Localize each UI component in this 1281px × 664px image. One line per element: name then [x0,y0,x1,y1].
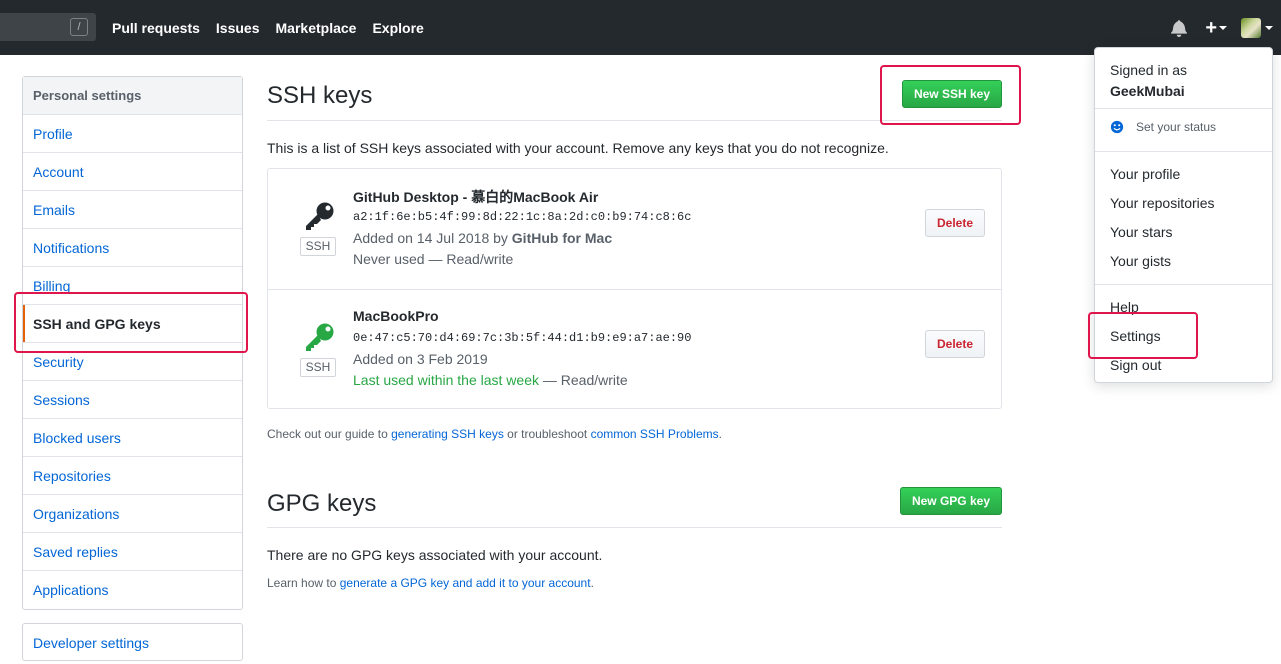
ssh-type-badge: SSH [300,237,336,256]
highlight-ssh-gpg-keys [14,292,248,353]
gpg-section-header: GPG keys New GPG key [267,470,1002,528]
sidebar-item-repositories[interactable]: Repositories [23,457,242,495]
signed-in-info: Signed in as GeekMubai [1110,60,1187,102]
list-item: SSH GitHub Desktop - 慕白的MacBook Air a2:1… [268,169,1001,289]
key-used-status: Last used within the last week [353,372,539,388]
ssh-type-badge: SSH [300,358,336,377]
gpg-keys-title: GPG keys [267,490,377,517]
gpg-help-text: Learn how to generate a GPG key and add … [267,576,594,590]
sidebar-item-profile[interactable]: Profile [23,115,242,153]
highlight-settings [1088,312,1198,359]
list-item: SSH MacBookPro 0e:47:c5:70:d4:69:7c:3b:5… [268,289,1001,409]
chevron-down-icon[interactable] [1265,26,1273,30]
divider [1095,108,1272,109]
menu-item-your-gists[interactable]: Your gists [1110,253,1171,269]
delete-button[interactable]: Delete [925,330,985,358]
sidebar-item-sessions[interactable]: Sessions [23,381,242,419]
bell-icon[interactable] [1171,19,1188,37]
sidebar-item-emails[interactable]: Emails [23,191,242,229]
avatar[interactable] [1241,18,1261,38]
key-added-date: Added on 3 Feb 2019 [353,351,488,367]
nav-issues[interactable]: Issues [216,20,260,36]
sidebar-item-developer-settings[interactable]: Developer settings [22,623,243,661]
sidebar-item-organizations[interactable]: Organizations [23,495,242,533]
ssh-keys-title: SSH keys [267,82,373,109]
generate-gpg-key-link[interactable]: generate a GPG key and add it to your ac… [340,576,591,590]
sidebar-item-notifications[interactable]: Notifications [23,229,242,267]
help-text: Check out our guide to [267,427,388,441]
sidebar-item-blocked-users[interactable]: Blocked users [23,419,242,457]
menu-item-sign-out[interactable]: Sign out [1110,357,1161,373]
menu-item-your-profile[interactable]: Your profile [1110,166,1180,182]
search-input[interactable]: / [0,13,96,41]
divider [1095,151,1272,152]
key-added-date: Added on 14 Jul 2018 by GitHub for Mac [353,230,612,246]
generating-ssh-keys-link[interactable]: generating SSH keys [391,427,504,441]
key-added-by: GitHub for Mac [511,230,613,246]
sidebar-item-saved-replies[interactable]: Saved replies [23,533,242,571]
top-header: / Pull requests Issues Marketplace Explo… [0,0,1281,55]
set-status-button[interactable]: Set your status [1110,120,1216,134]
help-text: . [590,576,594,590]
sidebar-heading: Personal settings [23,77,242,115]
menu-item-your-stars[interactable]: Your stars [1110,224,1173,240]
key-access: — Read/write [428,251,514,267]
key-icon [306,202,334,230]
gpg-description: There are no GPG keys associated with yo… [267,547,603,563]
search-shortcut-key: / [70,18,88,36]
help-text: . [718,427,722,441]
key-added-text: Added on 14 Jul 2018 by [353,230,508,246]
new-gpg-key-button[interactable]: New GPG key [899,487,1002,515]
key-usage: Never used — Read/write [353,251,513,267]
smiley-icon [1110,120,1124,134]
key-icon [306,323,334,351]
key-used-status: Never used [353,251,425,267]
key-added-text: Added on 3 Feb 2019 [353,351,488,367]
set-status-label: Set your status [1136,120,1217,134]
key-usage: Last used within the last week — Read/wr… [353,372,628,388]
help-text: Learn how to [267,576,337,590]
ssh-help-text: Check out our guide to generating SSH ke… [267,427,722,441]
ssh-key-list: SSH GitHub Desktop - 慕白的MacBook Air a2:1… [267,168,1002,409]
delete-button[interactable]: Delete [925,209,985,237]
sidebar-item-account[interactable]: Account [23,153,242,191]
highlight-new-ssh-key [880,65,1021,125]
key-title: MacBookPro [353,308,439,324]
main-nav: Pull requests Issues Marketplace Explore [112,0,440,55]
key-fingerprint: a2:1f:6e:b5:4f:99:8d:22:1c:8a:2d:c0:b9:7… [353,210,692,224]
signed-in-label: Signed in as [1110,62,1188,78]
nav-marketplace[interactable]: Marketplace [276,20,357,36]
key-access: — Read/write [542,372,628,388]
sidebar-item-applications[interactable]: Applications [23,571,242,609]
username: GeekMubai [1110,83,1185,99]
plus-icon[interactable]: + [1205,18,1217,38]
key-fingerprint: 0e:47:c5:70:d4:69:7c:3b:5f:44:d1:b9:e9:a… [353,331,692,345]
common-ssh-problems-link[interactable]: common SSH Problems [591,427,719,441]
help-text: or troubleshoot [507,427,588,441]
nav-pull-requests[interactable]: Pull requests [112,20,200,36]
nav-explore[interactable]: Explore [372,20,423,36]
divider [1095,284,1272,285]
header-actions: + [1171,14,1273,42]
chevron-down-icon[interactable] [1219,26,1227,30]
menu-item-your-repositories[interactable]: Your repositories [1110,195,1215,211]
key-title: GitHub Desktop - 慕白的MacBook Air [353,189,599,205]
ssh-description: This is a list of SSH keys associated wi… [267,140,889,156]
